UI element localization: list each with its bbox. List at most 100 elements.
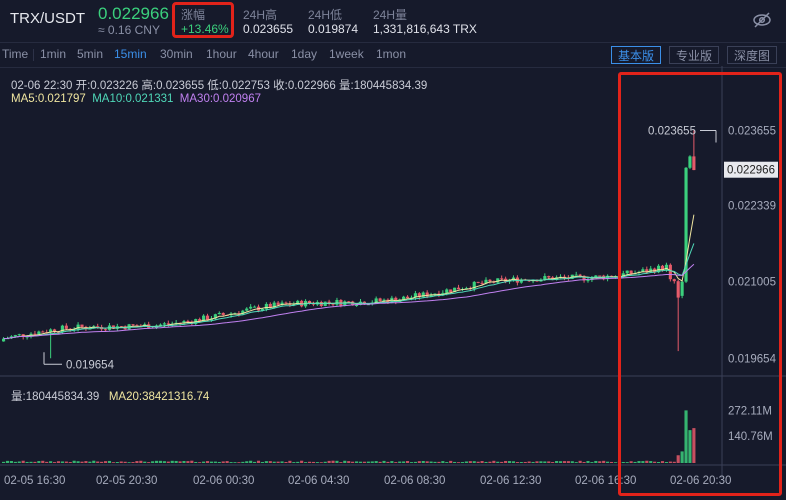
volume-bar [49,461,53,463]
volume-bar [25,461,29,463]
candle-body [158,324,163,326]
candle-body [445,289,449,293]
volume-bar [245,461,249,463]
volume-bar [460,462,465,463]
volume-bar [574,462,578,463]
volume-bar [2,461,6,463]
candle-body [456,287,461,290]
ma10-value: MA10:0.021331 [92,93,174,105]
volume-bar [358,461,363,463]
candle-body [41,331,45,333]
volume-label: 24H量 [373,8,408,22]
ma10-line [3,243,695,340]
volume-bar [523,461,527,463]
volume-bar [21,460,25,463]
volume-bar [606,461,610,463]
volume-bar [366,461,370,463]
candle-body [276,302,280,305]
volume-bar [386,461,390,463]
volume-bar [511,461,516,463]
volume-bar [131,462,135,463]
volume-bar [472,461,476,463]
time-tick-label: 02-05 16:30 [4,475,65,487]
volume-bar [190,460,194,463]
volume-bar [492,460,496,463]
volume-bar [347,461,351,463]
volume-bar [80,461,84,463]
volume-bar [319,462,323,463]
volume-bar [551,462,555,463]
timeframe-30min[interactable]: 30min [160,47,193,61]
volume-bar [292,462,296,463]
volume-bar [186,461,190,463]
volume-bar [441,461,445,463]
volume-bar [217,461,221,463]
volume-bar [374,461,378,463]
volume-bar [241,461,245,463]
volume-readout: 量:180445834.39 MA20:38421316.74 [11,388,209,404]
timeframe-1week[interactable]: 1week [329,47,364,61]
time-tick-label: 02-06 12:30 [480,475,541,487]
volume-bar [260,461,265,463]
volume-bar [405,461,410,463]
timeframe-1hour[interactable]: 1hour [206,47,237,61]
volume-bar [194,461,198,463]
timeframe-time[interactable]: Time [2,47,28,61]
candle-body [500,278,504,280]
volume-bar [284,462,288,463]
volume-bar [390,461,394,463]
volume-bar [609,461,614,463]
view-basic-button[interactable]: 基本版 [611,46,662,64]
separator [33,49,34,61]
ma20-value: MA20:38421316.74 [108,391,210,403]
volume-bar [68,462,72,463]
volume-bar [555,461,559,463]
volume-bar [437,461,441,463]
view-pro-button[interactable]: 专业版 [669,46,720,64]
change-value: +13.46% [181,22,229,36]
timeframe-1mon[interactable]: 1mon [376,47,406,61]
volume-bar [170,460,174,463]
timeframe-1day[interactable]: 1day [291,47,317,61]
volume-bar [209,461,214,463]
volume-bar [103,461,108,463]
volume-bar [351,461,355,463]
volume-bar [202,461,206,463]
candle-body [64,325,68,329]
volume-bar [331,460,335,463]
eye-off-icon[interactable] [752,10,772,30]
view-depth-button[interactable]: 深度图 [727,46,778,64]
candle-body [574,274,578,276]
volume-bar [280,461,284,463]
timeframe-15min[interactable]: 15min [114,47,147,61]
volume-bar [123,461,127,463]
volume-bar [566,461,570,463]
volume-bar [453,461,457,463]
candle-body [547,276,551,278]
candle-body [284,302,288,304]
volume-bar [398,461,402,463]
volume-bar [198,462,202,463]
volume-bar [296,461,300,463]
volume-bar [72,460,76,463]
volume-bar [335,460,339,463]
candle-body [80,324,84,327]
volume-bar [143,461,147,463]
timeframe-1min[interactable]: 1min [40,47,66,61]
volume-bar [233,462,237,463]
volume-bar [602,460,606,463]
timeframe-4hour[interactable]: 4hour [248,47,279,61]
volume-bar [425,461,429,463]
time-tick-label: 02-06 00:30 [193,475,254,487]
timeframe-5min[interactable]: 5min [77,47,103,61]
volume-bar [449,460,453,463]
last-price: 0.022966 [98,4,169,23]
volume-bar [96,461,100,463]
volume-bar [488,461,492,463]
trading-pair[interactable]: TRX/USDT [10,10,85,27]
volume-bar [468,461,472,463]
volume-bar [413,461,417,463]
volume-bar [13,461,17,463]
low-value: 0.019874 [308,22,359,36]
volume-bar [107,460,112,463]
